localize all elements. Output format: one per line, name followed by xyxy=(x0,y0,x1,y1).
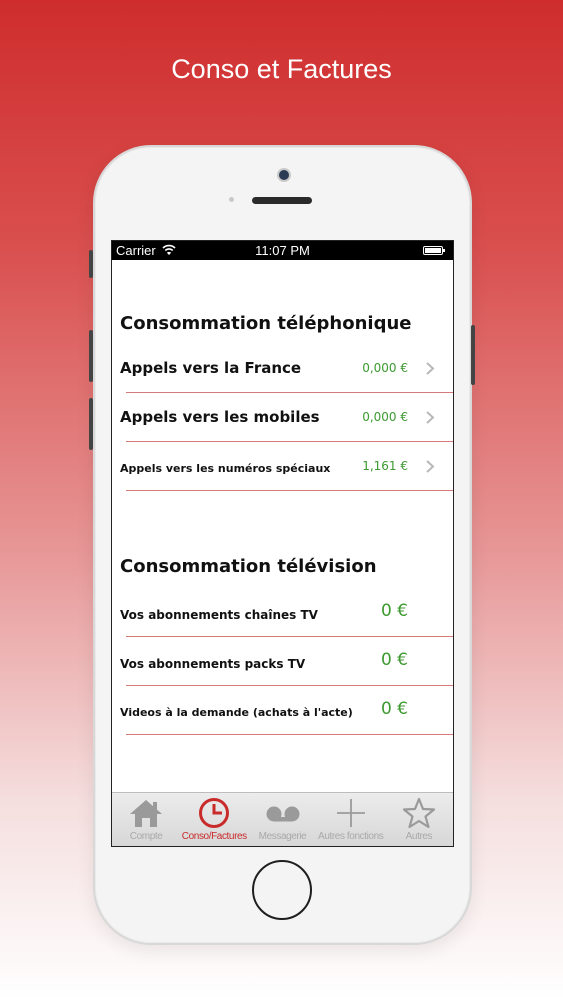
volume-up-button xyxy=(89,330,93,382)
row-label: Videos à la demande (achats à l'acte) xyxy=(120,706,353,719)
status-bar: Carrier 11:07 PM xyxy=(112,241,453,260)
tab-messagerie[interactable]: Messagerie xyxy=(248,793,316,846)
row-value: 1,161 € xyxy=(362,459,408,473)
row-value: 0,000 € xyxy=(362,410,408,424)
app-screen: Carrier 11:07 PM Consommation téléphoniq… xyxy=(111,240,454,847)
row-value: 0 € xyxy=(380,699,408,719)
section-title-television: Consommation télévision xyxy=(120,556,377,577)
tab-label: Autres xyxy=(405,831,433,842)
proximity-sensor xyxy=(229,197,234,202)
voicemail-icon xyxy=(266,806,299,822)
tab-autres-fonctions[interactable]: Autres fonctions xyxy=(317,793,385,846)
star-icon xyxy=(402,797,436,829)
promo-title: Conso et Factures xyxy=(171,54,392,84)
row-label: Appels vers la France xyxy=(120,359,302,377)
tab-compte[interactable]: Compte xyxy=(112,793,180,846)
section-title-telephone: Consommation téléphonique xyxy=(120,313,412,334)
power-button xyxy=(471,325,475,385)
row-value: 0 € xyxy=(380,601,408,621)
row-label: Vos abonnements chaînes TV xyxy=(120,608,318,622)
mute-switch xyxy=(89,250,93,278)
row-appels-france[interactable]: Appels vers la France 0,000 € xyxy=(120,344,453,393)
tab-bar: Compte Conso/Factures Messagerie Autres … xyxy=(112,792,453,846)
tab-label: Compte xyxy=(129,831,163,842)
row-appels-mobiles[interactable]: Appels vers les mobiles 0,000 € xyxy=(120,393,453,442)
row-value: 0 € xyxy=(380,650,408,670)
row-appels-speciaux[interactable]: Appels vers les numéros spéciaux 1,161 € xyxy=(120,442,453,491)
plus-icon xyxy=(336,799,365,827)
row-label: Appels vers les numéros spéciaux xyxy=(120,462,331,475)
clock-icon xyxy=(199,798,230,828)
home-icon xyxy=(130,800,163,827)
status-time: 11:07 PM xyxy=(255,243,310,258)
front-camera xyxy=(279,170,289,180)
chevron-right-icon xyxy=(426,411,435,424)
volume-down-button xyxy=(89,398,93,450)
home-button[interactable] xyxy=(252,860,312,920)
tab-autres[interactable]: Autres xyxy=(385,793,453,846)
battery-icon xyxy=(423,246,445,255)
tab-conso-factures[interactable]: Conso/Factures xyxy=(180,793,248,846)
row-abonnements-packs[interactable]: Vos abonnements packs TV 0 € xyxy=(120,637,453,686)
row-label: Vos abonnements packs TV xyxy=(120,657,306,671)
tab-label: Messagerie xyxy=(258,831,307,842)
chevron-right-icon xyxy=(426,362,435,375)
tab-label: Autres fonctions xyxy=(318,831,384,842)
row-videos-demande[interactable]: Videos à la demande (achats à l'acte) 0 … xyxy=(120,686,453,735)
earpiece-speaker xyxy=(252,197,312,204)
chevron-right-icon xyxy=(426,460,435,473)
tab-label: Conso/Factures xyxy=(181,831,247,842)
row-abonnements-chaines[interactable]: Vos abonnements chaînes TV 0 € xyxy=(120,588,453,637)
row-value: 0,000 € xyxy=(362,361,408,375)
row-label: Appels vers les mobiles xyxy=(120,408,320,426)
